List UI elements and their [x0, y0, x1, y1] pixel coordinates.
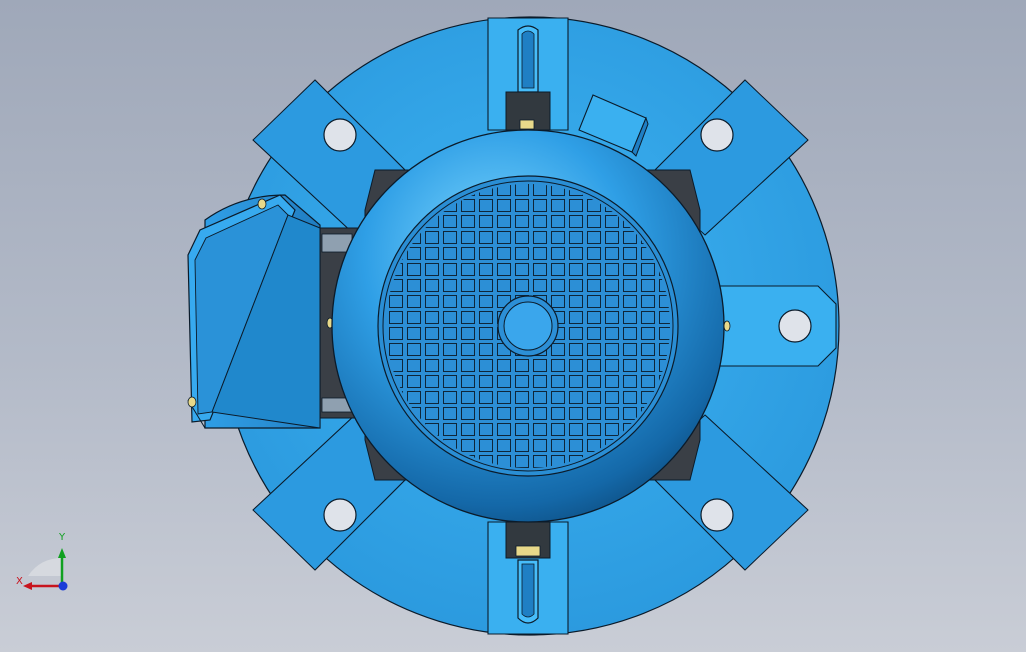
top-lifting-eye	[487, 17, 569, 131]
bolt-hole-top-left	[323, 118, 357, 152]
x-axis-label: X	[16, 576, 23, 587]
terminal-box	[187, 194, 334, 429]
bolt-hole-bottom-left	[323, 498, 357, 532]
bolt-hole-bottom-right	[700, 498, 734, 532]
bolt-hole-top-right	[700, 118, 734, 152]
bottom-lifting-eye	[487, 521, 569, 635]
y-axis-label: Y	[59, 532, 66, 543]
right-mounting-lug	[717, 285, 837, 367]
z-axis-dot	[58, 581, 68, 591]
motor-model-view[interactable]	[0, 0, 1026, 652]
coordinate-triad	[23, 548, 68, 591]
right-bolt-hole	[778, 309, 812, 343]
cad-viewport[interactable]: X Y	[0, 0, 1026, 652]
